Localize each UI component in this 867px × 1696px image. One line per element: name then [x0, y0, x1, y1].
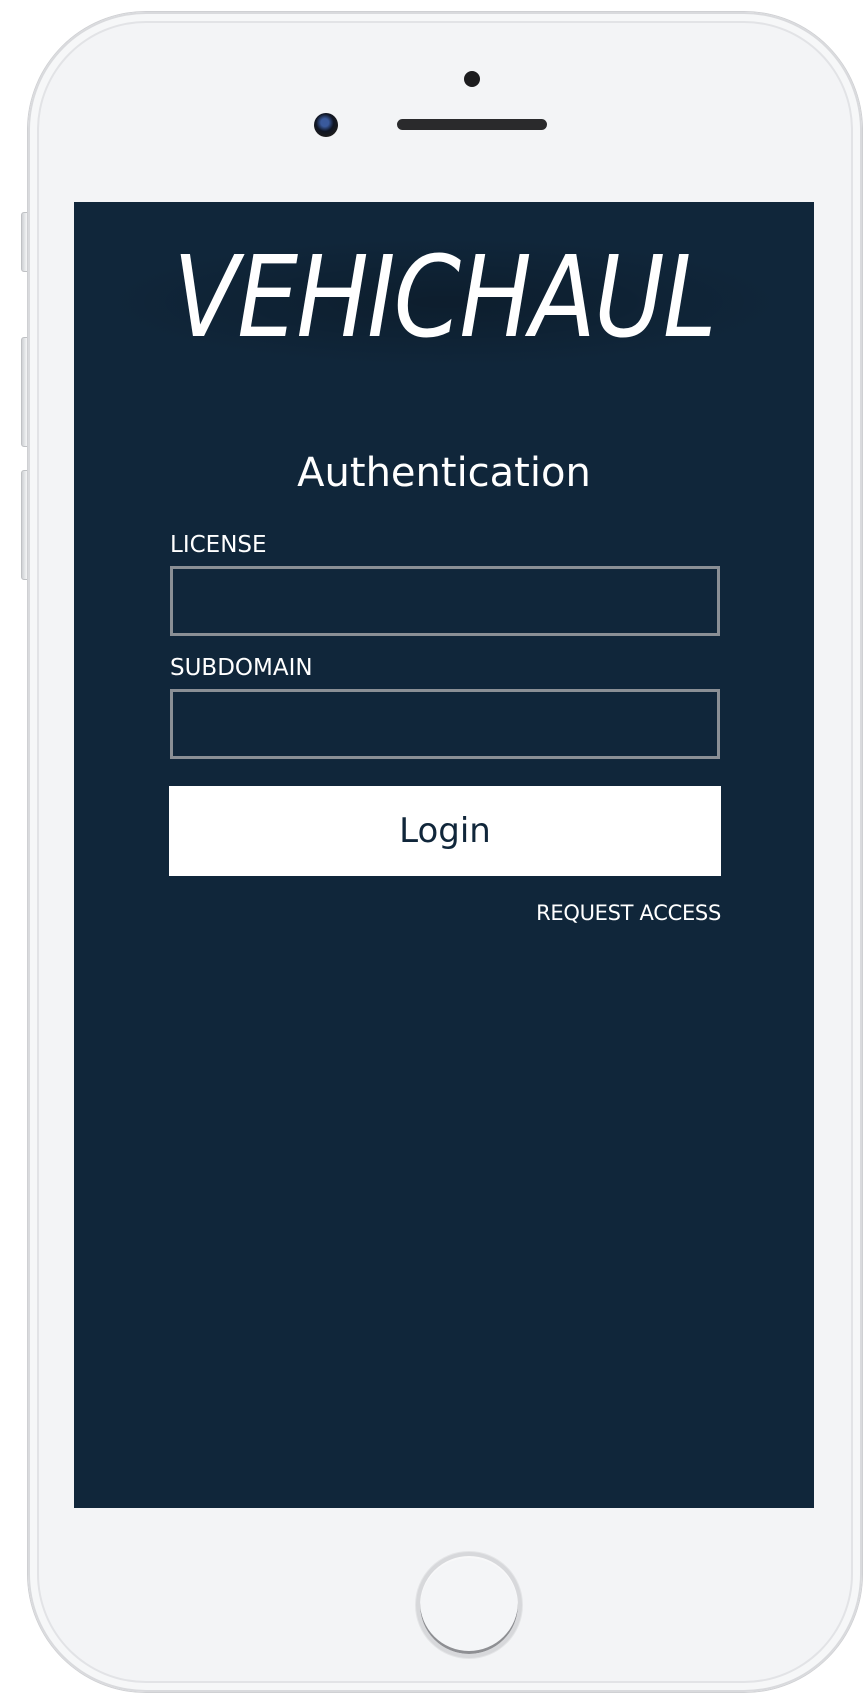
- proximity-sensor-icon: [464, 71, 480, 87]
- login-button[interactable]: Login: [169, 786, 721, 876]
- front-camera-icon: [314, 113, 338, 137]
- page-title: Authentication: [297, 450, 591, 496]
- request-access-link[interactable]: REQUEST ACCESS: [536, 901, 721, 925]
- license-label: LICENSE: [170, 532, 267, 558]
- home-button-icon[interactable]: [416, 1552, 522, 1658]
- brand-header: VEHICHAUL: [74, 232, 814, 372]
- earpiece-speaker-icon: [397, 119, 547, 130]
- subdomain-label: SUBDOMAIN: [170, 655, 313, 681]
- app-screen: VEHICHAUL Authentication LICENSE SUBDOMA…: [74, 202, 814, 1508]
- brand-logo: VEHICHAUL: [173, 233, 717, 363]
- license-input[interactable]: [170, 566, 720, 636]
- subdomain-input[interactable]: [170, 689, 720, 759]
- device-mockup: VEHICHAUL Authentication LICENSE SUBDOMA…: [0, 0, 867, 1696]
